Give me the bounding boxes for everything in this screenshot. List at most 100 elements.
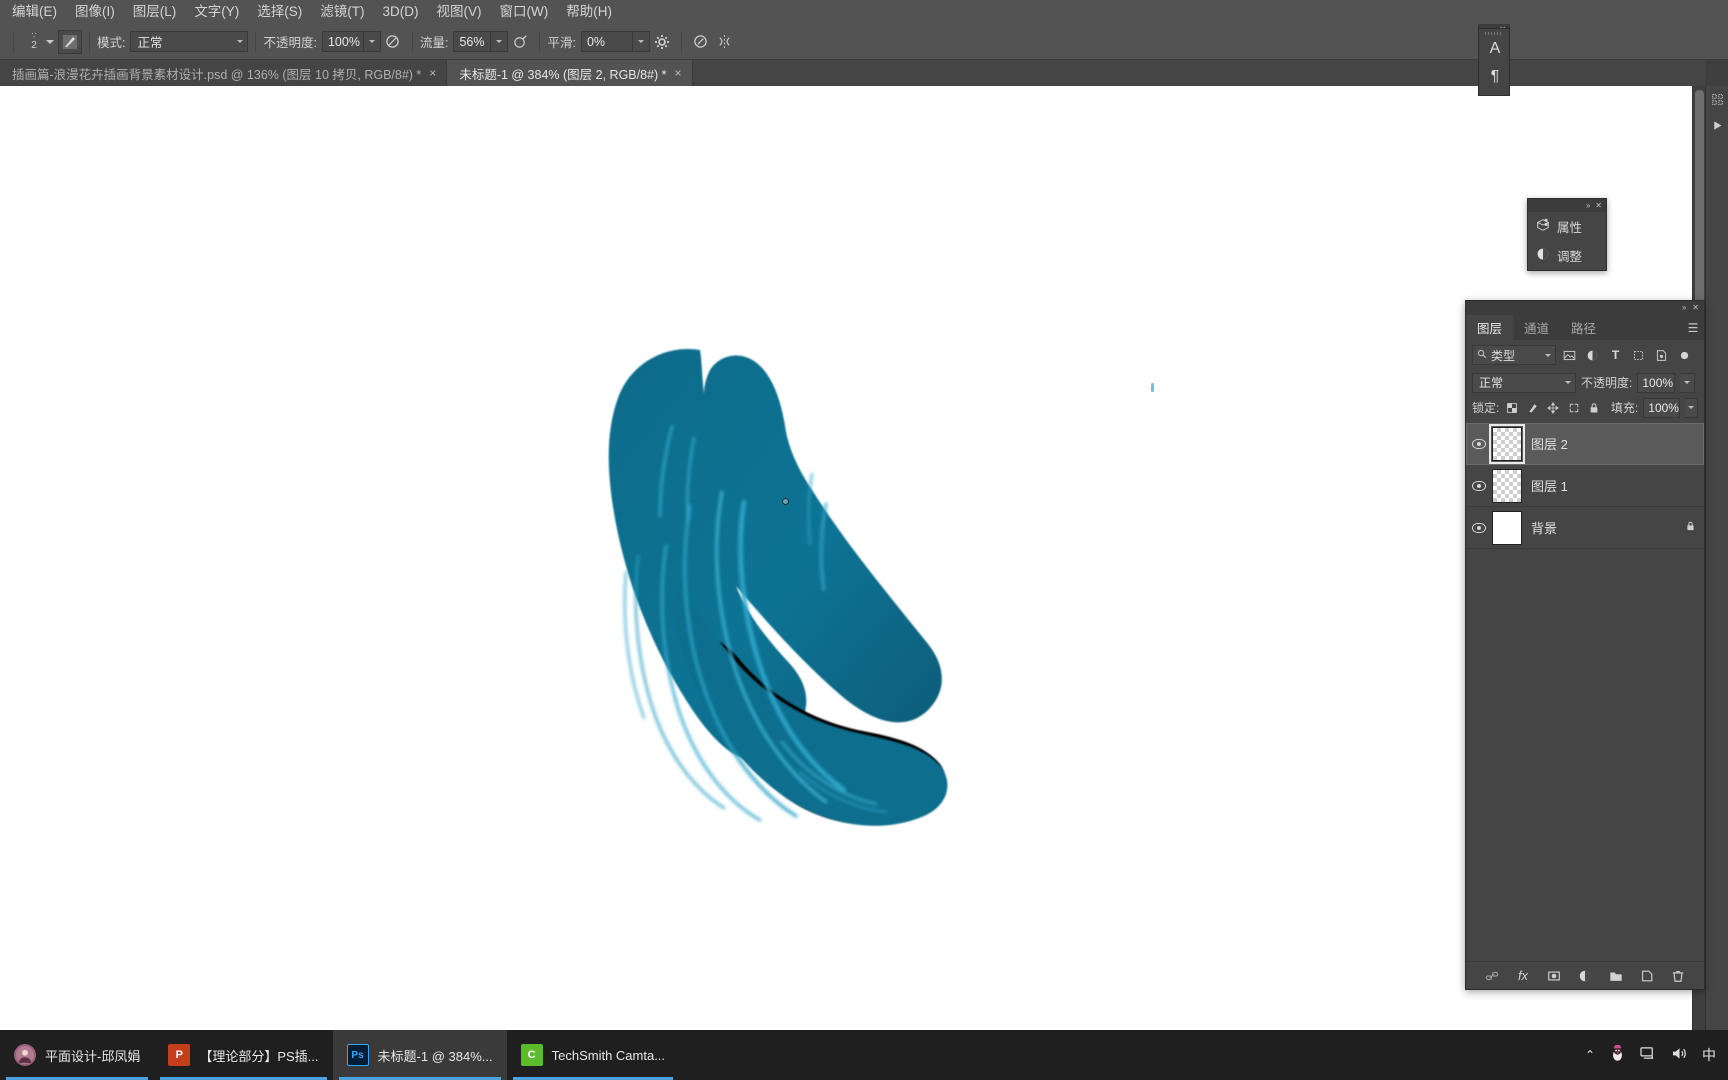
menu-3d[interactable]: 3D(D) <box>374 0 428 24</box>
chevron-down-icon[interactable] <box>46 39 54 44</box>
options-divider-6 <box>680 30 682 53</box>
new-group-icon[interactable] <box>1607 967 1625 985</box>
tab-layers[interactable]: 图层 <box>1466 315 1514 340</box>
layer-opacity-input[interactable]: 100% <box>1637 372 1676 393</box>
chevron-down-icon[interactable] <box>1565 381 1571 384</box>
filter-adjustment-icon[interactable] <box>1583 345 1602 365</box>
panel-grid-icon[interactable] <box>1706 86 1728 112</box>
expand-panel-icon[interactable]: » <box>1586 201 1590 210</box>
brush-preset-picker[interactable]: ∵ 2 <box>21 32 58 51</box>
doc-tab-untitled-1[interactable]: 未标题-1 @ 384% (图层 2, RGB/8#) * × <box>447 60 693 86</box>
ime-indicator[interactable]: 中 <box>1702 1045 1716 1065</box>
canvas-area[interactable] <box>0 86 1692 1030</box>
close-icon[interactable]: ✕ <box>1595 201 1602 210</box>
flow-stepper[interactable] <box>491 31 509 52</box>
stray-brush-mark <box>1151 383 1154 392</box>
doc-tab-illustration[interactable]: 插画篇-浪漫花卉插画背景素材设计.psd @ 136% (图层 10 拷贝, R… <box>0 60 448 86</box>
flow-input[interactable]: 56% <box>453 31 492 52</box>
taskbar-item-photoshop[interactable]: Ps 未标题-1 @ 384%... <box>332 1030 507 1080</box>
avatar-icon <box>14 1044 36 1066</box>
pressure-size-icon[interactable] <box>689 30 713 54</box>
tab-channels[interactable]: 通道 <box>1513 315 1560 340</box>
paragraph-panel-icon[interactable]: ¶ <box>1479 63 1511 91</box>
opacity-input[interactable]: 100% <box>321 31 364 52</box>
menu-filter[interactable]: 滤镜(T) <box>311 0 373 24</box>
network-icon[interactable] <box>1640 1046 1657 1064</box>
taskbar-item-qq[interactable]: 平面设计-邱凤娟 <box>0 1030 154 1080</box>
gear-icon[interactable] <box>650 30 674 54</box>
windows-taskbar: 平面设计-邱凤娟 P 【理论部分】PS插... Ps 未标题-1 @ 384%.… <box>0 1030 1728 1080</box>
layer-fill-input[interactable]: 100% <box>1643 397 1680 418</box>
lock-position-icon[interactable] <box>1545 399 1561 417</box>
blend-mode-select[interactable]: 正常 <box>130 31 249 52</box>
filter-type-icon[interactable]: T <box>1606 345 1625 365</box>
menu-image[interactable]: 图像(I) <box>66 0 124 24</box>
penguin-tray-icon[interactable] <box>1609 1044 1626 1065</box>
menu-edit[interactable]: 编辑(E) <box>3 0 66 24</box>
opacity-stepper[interactable] <box>363 31 381 52</box>
layer-thumbnail[interactable] <box>1489 423 1525 464</box>
menu-select[interactable]: 选择(S) <box>248 0 311 24</box>
menu-layer[interactable]: 图层(L) <box>124 0 186 24</box>
chevron-down-icon[interactable] <box>237 40 244 43</box>
layer-filter-select[interactable]: 类型 <box>1472 345 1556 365</box>
table-row[interactable]: 图层 2 <box>1466 423 1704 465</box>
symmetry-icon[interactable] <box>713 30 737 54</box>
new-layer-icon[interactable] <box>1638 967 1656 985</box>
layer-blend-mode-select[interactable]: 正常 <box>1472 372 1576 393</box>
collapse-panel-icon[interactable]: » <box>1682 304 1686 312</box>
close-icon[interactable]: × <box>675 67 682 79</box>
panel-menu-icon[interactable]: ☰ <box>1682 315 1704 340</box>
character-panel-icon[interactable]: A <box>1479 35 1511 63</box>
delete-layer-icon[interactable] <box>1669 967 1687 985</box>
layer-visibility-toggle[interactable] <box>1466 522 1492 533</box>
chevron-down-icon <box>637 40 644 43</box>
new-adjustment-layer-icon[interactable] <box>1576 967 1594 985</box>
close-icon[interactable]: ✕ <box>1692 304 1699 312</box>
brush-size-value: 2 <box>31 40 37 51</box>
airbrush-icon[interactable] <box>508 30 532 54</box>
filter-shape-icon[interactable] <box>1629 345 1648 365</box>
brush-tool-icon[interactable] <box>58 29 82 54</box>
layer-filter-row: 类型 T <box>1466 340 1704 370</box>
chevron-down-icon[interactable] <box>1545 353 1551 357</box>
taskbar-item-camtasia[interactable]: C TechSmith Camta... <box>507 1030 679 1080</box>
add-layer-mask-icon[interactable] <box>1545 967 1563 985</box>
properties-icon <box>1536 218 1550 235</box>
lock-all-icon[interactable] <box>1586 399 1602 417</box>
filter-smart-icon[interactable] <box>1652 345 1671 365</box>
menu-view[interactable]: 视图(V) <box>428 0 491 24</box>
close-icon[interactable]: × <box>429 67 436 79</box>
show-hidden-icons-chevron[interactable]: ⌃ <box>1585 1048 1595 1062</box>
lock-artboard-icon[interactable] <box>1566 399 1582 417</box>
smoothing-value: 0% <box>586 34 606 49</box>
panel-button-adjustments[interactable]: 调整 <box>1528 241 1606 270</box>
layers-panel: » ✕ 图层 通道 路径 ☰ 类型 T 正常 不透明度: 100% 锁定: 填充… <box>1465 300 1705 990</box>
layer-thumbnail[interactable] <box>1492 468 1522 503</box>
layer-opacity-stepper[interactable] <box>1680 372 1696 393</box>
filter-toggle-icon[interactable] <box>1675 345 1694 365</box>
link-layers-icon[interactable] <box>1483 967 1501 985</box>
filter-pixel-icon[interactable] <box>1560 345 1579 365</box>
layer-visibility-toggle[interactable] <box>1466 480 1492 491</box>
layer-visibility-toggle[interactable] <box>1466 438 1492 449</box>
volume-icon[interactable] <box>1671 1046 1688 1064</box>
layer-style-fx-icon[interactable]: fx <box>1514 967 1532 985</box>
table-row[interactable]: 图层 1 <box>1466 465 1704 507</box>
layer-fill-stepper[interactable] <box>1684 397 1699 418</box>
layer-thumbnail[interactable] <box>1492 510 1522 545</box>
timeline-play-icon[interactable] <box>1706 112 1728 138</box>
menu-window[interactable]: 窗口(W) <box>491 0 558 24</box>
menu-help[interactable]: 帮助(H) <box>557 0 621 24</box>
menu-type[interactable]: 文字(Y) <box>185 0 248 24</box>
table-row[interactable]: 背景 <box>1466 507 1704 549</box>
smoothing-stepper[interactable] <box>632 31 650 52</box>
tab-paths[interactable]: 路径 <box>1560 315 1607 340</box>
taskbar-item-powerpoint[interactable]: P 【理论部分】PS插... <box>154 1030 332 1080</box>
panel-button-properties[interactable]: 属性 <box>1528 212 1606 241</box>
options-divider-3 <box>255 30 257 53</box>
lock-image-icon[interactable] <box>1525 399 1541 417</box>
lock-transparency-icon[interactable] <box>1504 399 1520 417</box>
pressure-opacity-icon[interactable] <box>381 30 405 54</box>
smoothing-input[interactable]: 0% <box>580 31 633 52</box>
